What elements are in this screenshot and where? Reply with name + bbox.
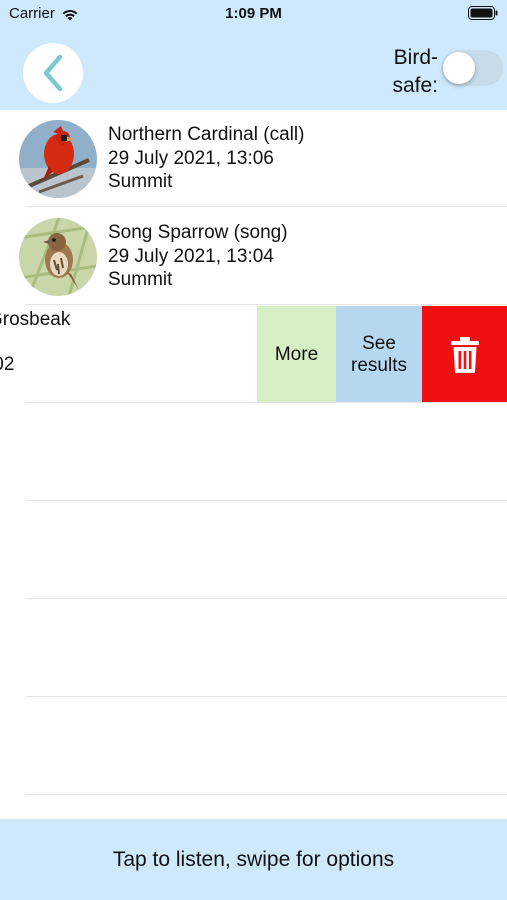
footer-hint: Tap to listen, swipe for options [112,847,395,871]
species-name: Northern Cardinal (call) [108,124,305,145]
trash-icon [450,336,479,373]
species-fragment: Grosbeak [0,309,71,330]
recording-datetime: 29 July 2021, 13:06 [108,147,274,169]
recording-info: Song Sparrow (song) 29 July 2021, 13:04 … [108,221,288,292]
list-item[interactable]: Song Sparrow (song) 29 July 2021, 13:04 … [0,208,507,305]
bird-photo-cardinal [19,120,97,198]
list-item[interactable]: Northern Cardinal (call) 29 July 2021, 1… [0,110,507,207]
see-results-line2: results [351,354,407,376]
birdsafe-label-line1: Bird- [393,46,438,69]
status-time: 1:09 PM [225,5,282,22]
delete-button[interactable] [422,306,507,403]
back-button[interactable] [23,43,83,103]
recording-location: Summit [108,171,173,192]
recording-location: Summit [108,269,173,290]
row-divider [26,500,507,501]
birdsafe-label: Bird- safe: [376,44,438,100]
chevron-left-icon [43,54,63,92]
row-divider [26,304,507,305]
row-divider [26,206,507,207]
see-results-line1: See [362,332,396,354]
see-results-button[interactable]: See results [336,306,422,403]
species-name: Song Sparrow (song) [108,222,288,243]
birdsafe-toggle[interactable] [441,50,503,86]
swiped-list-item[interactable]: Grosbeak :02 More See results [0,306,507,403]
see-results-label: See results [351,333,407,377]
more-label: More [274,343,319,365]
row-divider [26,598,507,599]
recording-datetime: 29 July 2021, 13:04 [108,245,274,267]
row-divider [26,402,507,403]
more-button[interactable]: More [257,306,336,403]
row-divider [26,794,507,795]
toggle-knob [443,52,475,84]
time-fragment: :02 [0,353,15,375]
battery-icon [468,6,498,20]
swiped-recording-info: Grosbeak :02 [0,308,70,376]
recording-info: Northern Cardinal (call) 29 July 2021, 1… [108,123,304,194]
birdsafe-label-line2: safe: [392,74,438,97]
footer-bar: Tap to listen, swipe for options [0,819,507,900]
header-bar: Carrier 1:09 PM Bird- safe: [0,0,507,110]
row-divider [26,696,507,697]
bird-photo-sparrow [19,218,97,296]
